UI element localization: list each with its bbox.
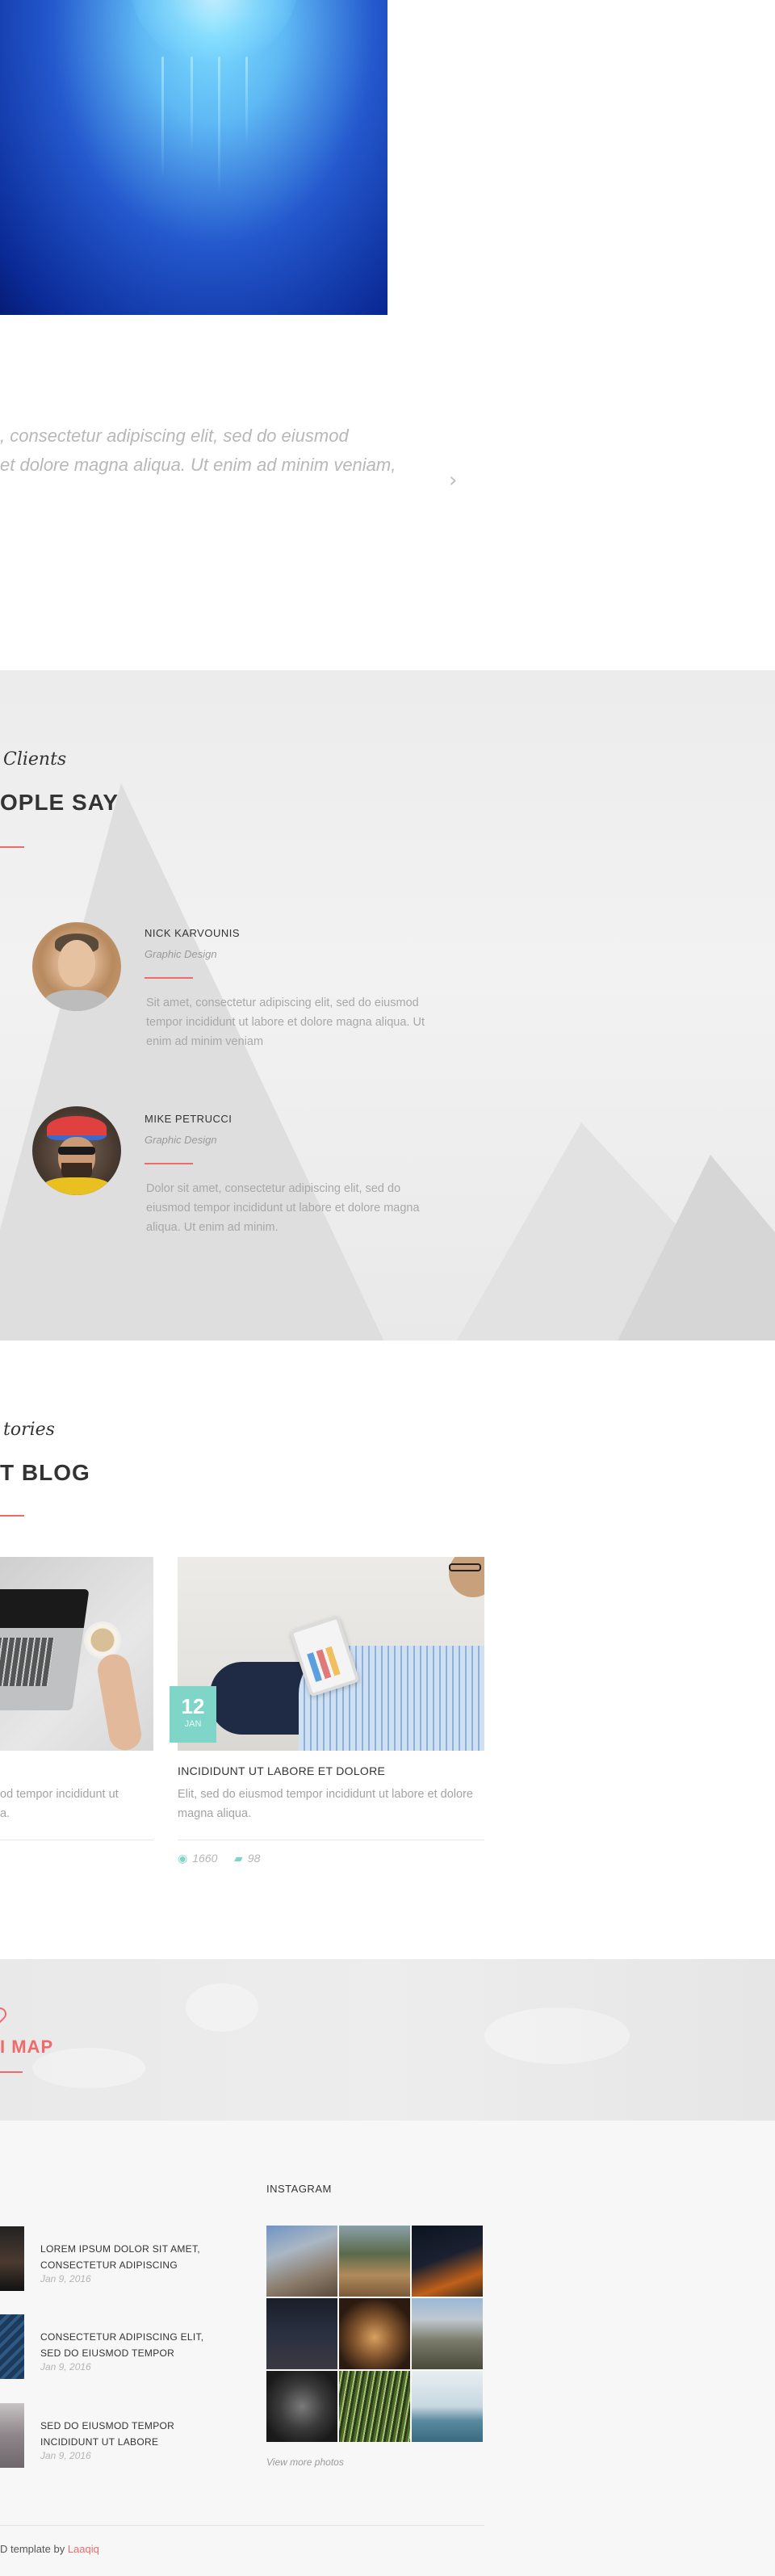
instagram-grid bbox=[266, 2226, 484, 2444]
testimonial-role: Graphic Design bbox=[145, 1134, 217, 1146]
laptop-shape bbox=[0, 1589, 90, 1710]
blog-excerpt: Elit, sed do eiusmod tempor incididunt u… bbox=[178, 1788, 473, 1820]
section-title: T BLOG bbox=[0, 1460, 90, 1485]
portfolio-image-jellyfish bbox=[0, 0, 388, 315]
section-title: OPLE SAY bbox=[0, 790, 119, 815]
map-title[interactable]: I MAP bbox=[0, 2037, 53, 2058]
laptop-keyboard bbox=[0, 1638, 56, 1686]
jellyfish-tentacle bbox=[218, 57, 220, 194]
instagram-photo[interactable] bbox=[266, 2298, 337, 2369]
person-glasses-shape bbox=[449, 1563, 481, 1571]
instagram-photo[interactable] bbox=[266, 2371, 337, 2442]
hand-shape bbox=[94, 1651, 145, 1751]
instagram-photo[interactable] bbox=[339, 2298, 410, 2369]
recent-post-title[interactable]: LOREM IPSUM DOLOR SIT AMET, CONSECTETUR … bbox=[40, 2241, 218, 2273]
blog-post-title[interactable]: INCIDIDUNT UT LABORE ET DOLORE bbox=[178, 1764, 385, 1777]
recent-post-thumbnail[interactable] bbox=[0, 2403, 24, 2468]
testimonial-rule bbox=[145, 1163, 193, 1164]
eye-icon: ◉ bbox=[178, 1852, 188, 1865]
recent-post-date: Jan 9, 2016 bbox=[40, 2361, 91, 2373]
blog-comments[interactable]: ▰ 98 bbox=[234, 1852, 260, 1865]
avatar-shirt bbox=[42, 1177, 111, 1195]
recent-post-date: Jan 9, 2016 bbox=[40, 2273, 91, 2284]
date-badge: 12 JAN bbox=[170, 1686, 216, 1743]
laptop-screen bbox=[0, 1589, 90, 1628]
instagram-photo[interactable] bbox=[339, 2226, 410, 2297]
comments-count: 98 bbox=[247, 1852, 261, 1865]
tablet-chart-shape bbox=[307, 1644, 347, 1682]
jellyfish-tentacle bbox=[191, 57, 193, 153]
jellyfish-shape bbox=[129, 0, 299, 65]
testimonial-text: Dolor sit amet, consectetur adipiscing e… bbox=[146, 1182, 420, 1234]
jellyfish-tentacle bbox=[245, 57, 248, 145]
testimonial-name: NICK KARVOUNIS bbox=[145, 927, 241, 939]
author-link[interactable]: Laaqiq bbox=[68, 2543, 99, 2555]
instagram-heading: INSTAGRAM bbox=[266, 2183, 332, 2195]
copyright-text: D template by bbox=[0, 2543, 65, 2555]
blog-post-image[interactable] bbox=[0, 1557, 153, 1751]
view-more-photos-link[interactable]: View more photos bbox=[266, 2456, 344, 2468]
instagram-photo[interactable] bbox=[412, 2226, 483, 2297]
coffee-cup-shape bbox=[84, 1622, 121, 1659]
quote-line: et dolore magna aliqua. Ut enim ad minim… bbox=[0, 455, 396, 475]
recent-post-title[interactable]: SED DO EIUSMOD TEMPOR INCIDIDUNT UT LABO… bbox=[40, 2418, 218, 2450]
section-rule bbox=[0, 846, 24, 848]
testimonials-section: Clients OPLE SAY NICK KARVOUNIS Graphic … bbox=[0, 670, 775, 1340]
recent-post-thumbnail[interactable] bbox=[0, 2314, 24, 2379]
date-month: JAN bbox=[184, 1719, 202, 1729]
jellyfish-tentacle bbox=[161, 57, 164, 178]
avatar-glasses bbox=[58, 1147, 95, 1155]
section-rule bbox=[0, 2071, 23, 2073]
section-rule bbox=[0, 1515, 24, 1517]
quote-text: , consectetur adipiscing elit, sed do ei… bbox=[0, 422, 404, 480]
testimonial-rule bbox=[145, 977, 193, 979]
views-count: 1660 bbox=[192, 1852, 218, 1865]
instagram-photo[interactable] bbox=[266, 2226, 337, 2297]
avatar bbox=[32, 922, 121, 1011]
avatar-face bbox=[58, 940, 95, 987]
avatar bbox=[32, 1106, 121, 1195]
recent-post-title[interactable]: CONSECTETUR ADIPISCING ELIT, SED DO EIUS… bbox=[40, 2329, 218, 2361]
testimonial-name: MIKE PETRUCCI bbox=[145, 1113, 232, 1125]
map-cloud bbox=[484, 2008, 630, 2064]
recent-post-thumbnail[interactable] bbox=[0, 2226, 24, 2291]
instagram-photo[interactable] bbox=[339, 2371, 410, 2442]
blog-excerpt: od tempor incididunt ut a. bbox=[0, 1788, 119, 1820]
blog-views: ◉ 1660 bbox=[178, 1852, 217, 1865]
recent-post-date: Jan 9, 2016 bbox=[40, 2450, 91, 2461]
comment-icon: ▰ bbox=[234, 1852, 243, 1865]
avatar-shirt bbox=[44, 990, 110, 1011]
footer-divider bbox=[0, 2525, 484, 2526]
instagram-photo[interactable] bbox=[412, 2298, 483, 2369]
blog-post-image[interactable] bbox=[178, 1557, 484, 1751]
copyright: D template by Laaqiq bbox=[0, 2543, 99, 2555]
mountain-backdrop bbox=[0, 783, 388, 1340]
date-day: 12 bbox=[181, 1694, 205, 1718]
testimonial-text: Sit amet, consectetur adipiscing elit, s… bbox=[146, 996, 425, 1048]
mountain-backdrop bbox=[614, 1155, 775, 1340]
quote-line: , consectetur adipiscing elit, sed do ei… bbox=[0, 426, 349, 446]
map-cloud bbox=[186, 1983, 258, 2032]
chevron-right-icon[interactable]: › bbox=[449, 468, 465, 493]
section-script-heading: Clients bbox=[3, 749, 67, 770]
testimonial-role: Graphic Design bbox=[145, 948, 217, 960]
instagram-photo[interactable] bbox=[412, 2371, 483, 2442]
map-section[interactable] bbox=[0, 1959, 775, 2121]
section-script-heading: tories bbox=[3, 1420, 55, 1440]
